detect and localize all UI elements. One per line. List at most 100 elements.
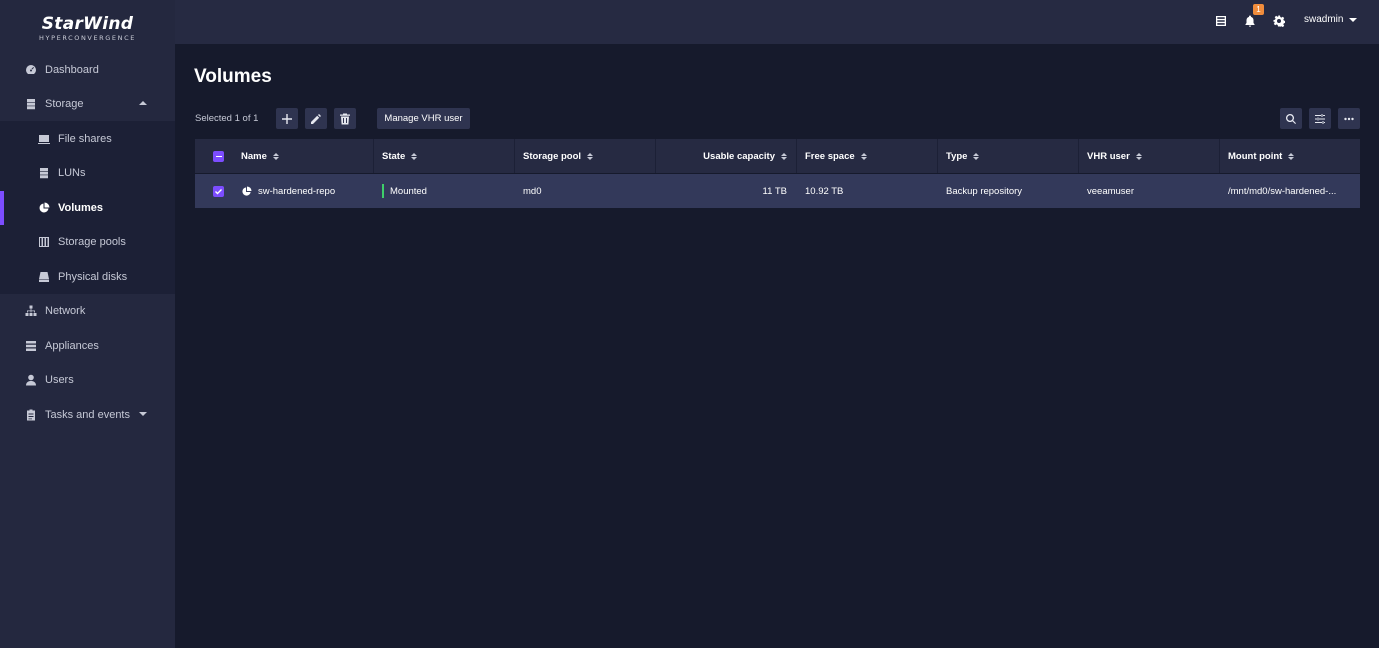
sidebar-item-luns[interactable]: LUNs — [0, 156, 175, 190]
caret-down-icon — [1349, 17, 1358, 22]
network-icon — [24, 305, 37, 318]
column-divider — [655, 139, 656, 173]
sidebar-item-label: Appliances — [45, 340, 99, 352]
sidebar: StarWind HYPERCONVERGENCE Dashboard Stor… — [0, 0, 175, 648]
add-button[interactable] — [276, 108, 298, 129]
logo-subtext: HYPERCONVERGENCE — [39, 33, 136, 42]
manage-vhr-user-button[interactable]: Manage VHR user — [377, 108, 470, 129]
sidebar-item-label: Network — [45, 305, 86, 317]
sidebar-item-label: Tasks and events — [45, 409, 130, 421]
starwind-logo[interactable]: StarWind HYPERCONVERGENCE — [0, 0, 175, 52]
storage-icon — [24, 98, 37, 111]
cell-vhr-user: veeamuser — [1087, 185, 1134, 197]
trash-icon — [340, 113, 350, 124]
row-checkbox[interactable] — [213, 186, 224, 197]
sidebar-item-label: Dashboard — [45, 64, 99, 76]
sidebar-item-label: File shares — [58, 133, 112, 145]
select-all-checkbox[interactable] — [213, 151, 224, 162]
search-button[interactable] — [1280, 108, 1302, 129]
file-shares-icon — [37, 133, 50, 146]
sort-icon — [1288, 152, 1295, 160]
sidebar-item-appliances[interactable]: Appliances — [0, 329, 175, 363]
edit-button[interactable] — [305, 108, 327, 129]
more-options-button[interactable] — [1338, 108, 1360, 129]
volumes-icon — [37, 202, 50, 215]
page-title: Volumes — [194, 66, 272, 87]
column-header-free-space[interactable]: Free space — [805, 139, 867, 173]
sliders-icon — [1315, 113, 1325, 124]
sort-icon — [272, 152, 279, 160]
column-header-storage-pool[interactable]: Storage pool — [523, 139, 594, 173]
pencil-icon — [311, 113, 321, 124]
sidebar-item-file-shares[interactable]: File shares — [0, 122, 175, 156]
cell-mount-point: /mnt/md0/sw-hardened-... — [1228, 185, 1337, 197]
sidebar-item-users[interactable]: Users — [0, 363, 175, 397]
column-header-type[interactable]: Type — [946, 139, 980, 173]
column-divider — [514, 139, 515, 173]
selection-count: Selected 1 of 1 — [195, 113, 259, 124]
sort-icon — [973, 152, 980, 160]
column-header-name[interactable]: Name — [241, 139, 279, 173]
sidebar-item-label: LUNs — [58, 167, 86, 179]
checkmark-icon — [215, 189, 222, 195]
filter-button[interactable] — [1309, 108, 1331, 129]
status-text: Mounted — [390, 185, 427, 197]
notification-badge: 1 — [1253, 4, 1264, 15]
column-divider — [1078, 139, 1079, 173]
top-bar — [175, 0, 1379, 44]
table-header: Name State Storage pool Usable capacity … — [195, 139, 1360, 173]
column-header-state[interactable]: State — [382, 139, 418, 173]
sidebar-item-label: Storage pools — [58, 236, 126, 248]
sidebar-item-storage[interactable]: Storage — [0, 87, 175, 121]
sidebar-item-label: Physical disks — [58, 271, 128, 283]
sidebar-item-network[interactable]: Network — [0, 294, 175, 328]
cell-free-space: 10.92 TB — [805, 185, 844, 197]
chevron-up-icon — [139, 101, 147, 105]
column-header-vhr-user[interactable]: VHR user — [1087, 139, 1142, 173]
cell-usable-capacity: 11 TB — [762, 185, 787, 197]
sort-icon — [781, 152, 787, 160]
sidebar-item-label: Volumes — [58, 202, 104, 214]
column-header-mount-point[interactable]: Mount point — [1228, 139, 1295, 173]
users-icon — [24, 374, 37, 387]
cell-storage-pool: md0 — [523, 185, 542, 197]
sidebar-item-label: Storage — [45, 98, 84, 110]
sidebar-item-label: Users — [45, 374, 74, 386]
delete-button[interactable] — [334, 108, 356, 129]
cell-type: Backup repository — [946, 185, 1023, 197]
sidebar-item-dashboard[interactable]: Dashboard — [0, 53, 175, 87]
gear-icon[interactable] — [1272, 14, 1286, 28]
tasks-icon — [24, 409, 37, 422]
notification-bell-icon[interactable] — [1243, 14, 1257, 28]
table-row[interactable]: sw-hardened-repo Mounted md0 11 TB 10.92… — [195, 174, 1360, 208]
luns-icon — [37, 167, 50, 180]
physical-disks-icon — [37, 271, 50, 284]
sort-icon — [1135, 152, 1142, 160]
column-divider — [796, 139, 797, 173]
sidebar-item-volumes[interactable]: Volumes — [0, 191, 175, 225]
plus-icon — [282, 113, 292, 124]
chevron-down-icon — [139, 412, 147, 416]
column-divider — [937, 139, 938, 173]
user-menu[interactable]: swadmin — [1304, 14, 1358, 25]
list-view-icon[interactable] — [1214, 14, 1228, 28]
sort-icon — [860, 152, 867, 160]
more-icon — [1344, 117, 1354, 120]
column-divider — [373, 139, 374, 173]
search-icon — [1286, 113, 1296, 124]
column-divider — [1219, 139, 1220, 173]
cell-name: sw-hardened-repo — [241, 174, 335, 208]
cell-state: Mounted — [382, 174, 427, 208]
state-indicator — [382, 184, 384, 198]
logo-text: StarWind — [41, 13, 134, 34]
storage-pools-icon — [37, 236, 50, 249]
column-header-usable-capacity[interactable]: Usable capacity — [664, 139, 787, 173]
sidebar-item-storage-pools[interactable]: Storage pools — [0, 225, 175, 259]
sort-icon — [411, 152, 418, 160]
volume-icon — [241, 185, 252, 197]
minus-icon — [215, 155, 222, 158]
appliances-icon — [24, 340, 37, 353]
sidebar-item-tasks-and-events[interactable]: Tasks and events — [0, 398, 175, 432]
sidebar-item-physical-disks[interactable]: Physical disks — [0, 260, 175, 294]
username: swadmin — [1304, 14, 1344, 25]
